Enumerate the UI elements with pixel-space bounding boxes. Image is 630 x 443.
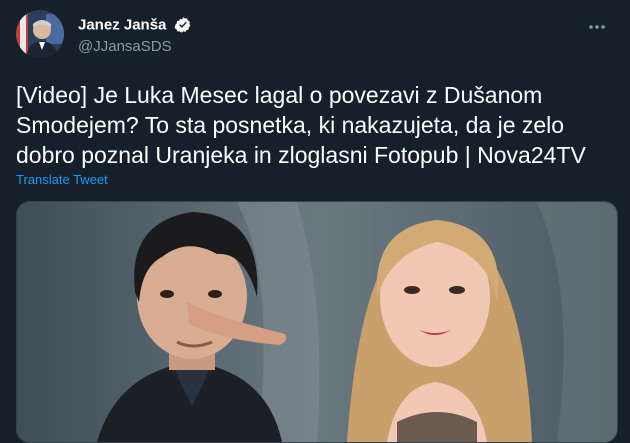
tweet-text: [Video] Je Luka Mesec lagal o povezavi z… — [16, 82, 586, 168]
author-name-row: Janez Janša — [78, 16, 192, 34]
person-avatar-icon — [16, 10, 64, 58]
more-dots-icon — [589, 25, 605, 29]
translate-tweet-link[interactable]: Translate Tweet — [16, 172, 108, 187]
author-handle[interactable]: @JJansaSDS — [78, 38, 172, 55]
tweet-header: Janez Janša @JJansaSDS — [16, 10, 616, 66]
author-display-name[interactable]: Janez Janša — [78, 17, 166, 34]
tweet: Janez Janša @JJansaSDS [Video] Je Luka M… — [0, 0, 630, 443]
photo-two-people — [17, 202, 617, 442]
more-options-icon[interactable] — [582, 12, 612, 42]
author-avatar[interactable] — [16, 10, 64, 58]
verified-badge-icon — [174, 17, 191, 33]
tweet-media-image[interactable] — [16, 201, 618, 443]
